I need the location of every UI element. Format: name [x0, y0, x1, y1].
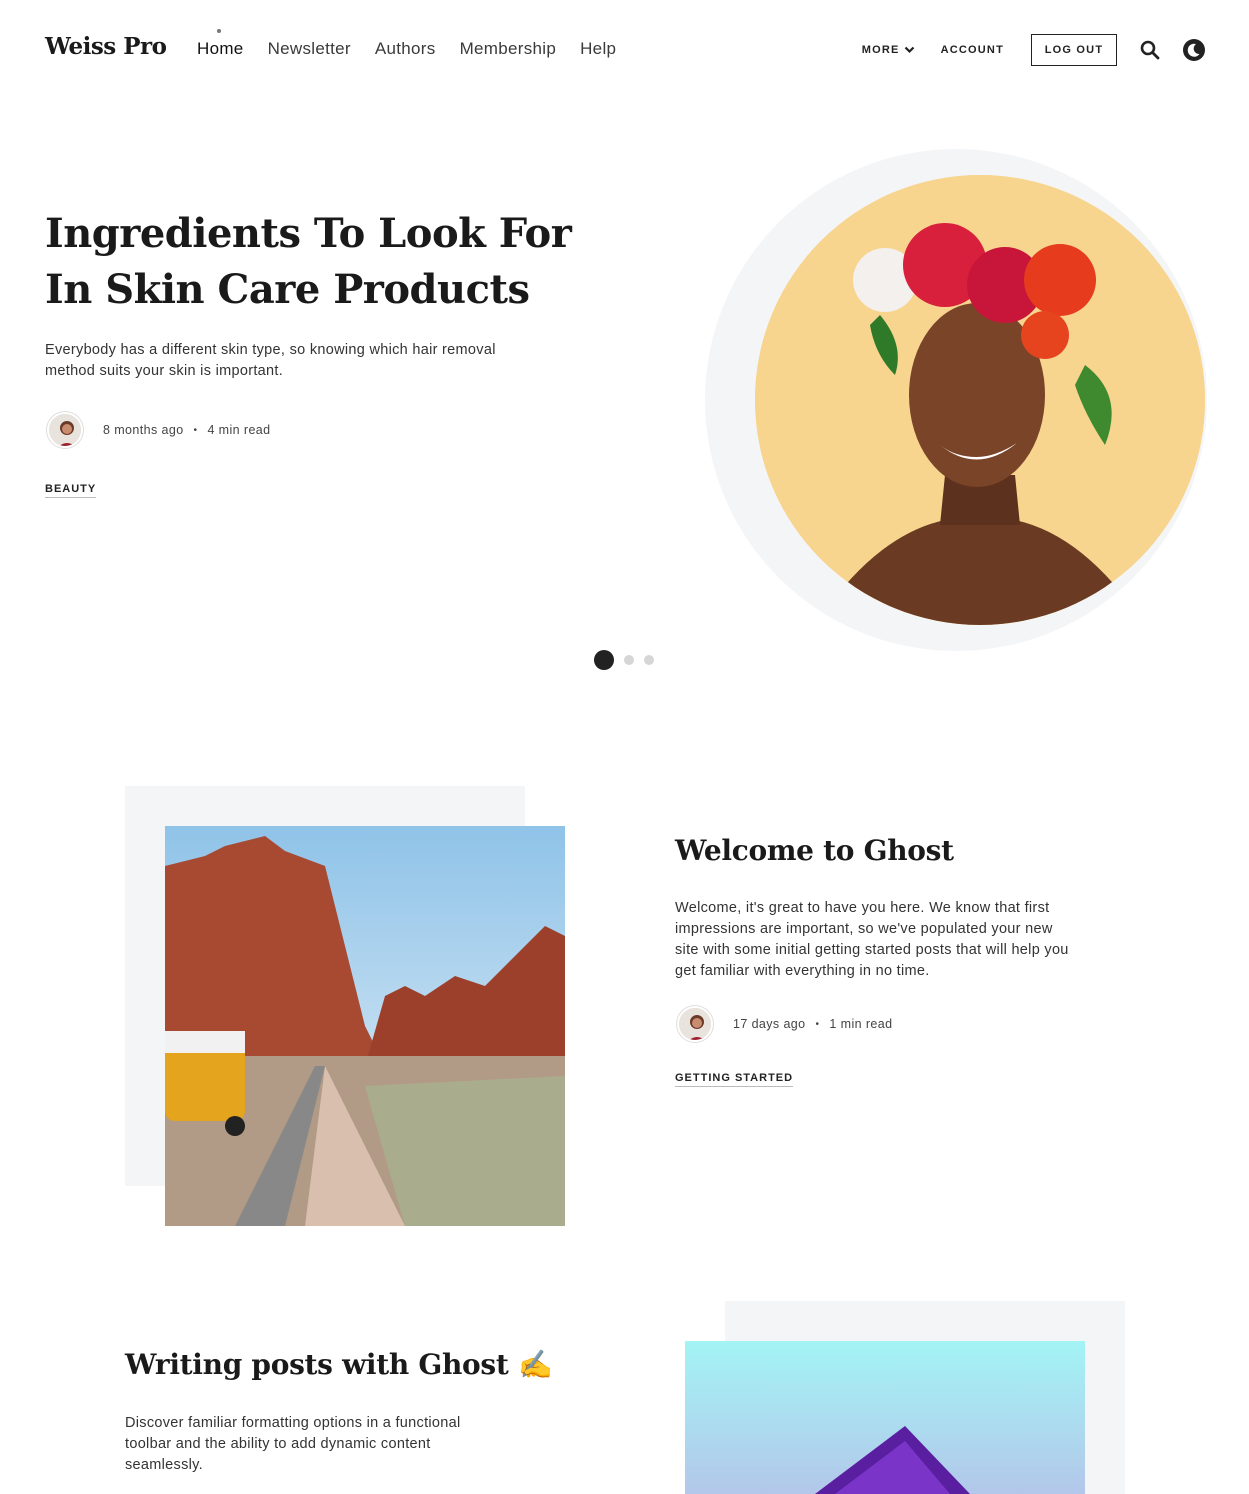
hero-pagination: [594, 650, 664, 670]
search-button[interactable]: [1139, 39, 1161, 61]
pagination-dot-3[interactable]: [644, 655, 654, 665]
nav-authors[interactable]: Authors: [375, 39, 436, 59]
main-nav: Home Newsletter Authors Membership Help: [197, 29, 640, 59]
hero-title[interactable]: Ingredients To Look For In Skin Care Pro…: [45, 206, 605, 318]
post-read-time: 1 min read: [829, 1017, 893, 1031]
hero-meta: 8 months ago • 4 min read: [47, 412, 271, 448]
theme-toggle[interactable]: [1183, 39, 1205, 61]
hero-read-time: 4 min read: [207, 423, 271, 437]
post-tag[interactable]: GETTING STARTED: [675, 1072, 794, 1087]
nav-help[interactable]: Help: [580, 39, 616, 59]
hero-excerpt: Everybody has a different skin type, so …: [45, 342, 496, 379]
nav-home[interactable]: Home: [197, 29, 244, 59]
post-image[interactable]: [165, 826, 565, 1226]
pagination-dot-1[interactable]: [594, 650, 614, 670]
more-menu[interactable]: MORE: [862, 44, 915, 56]
logout-button[interactable]: LOG OUT: [1031, 34, 1117, 66]
post-excerpt: Discover familiar formatting options in …: [125, 1415, 461, 1473]
site-header: Weiss Pro Home Newsletter Authors Member…: [0, 0, 1249, 100]
more-label: MORE: [861, 44, 900, 56]
pagination-dot-2[interactable]: [624, 655, 634, 665]
moon-icon: [1183, 39, 1205, 61]
post-image[interactable]: [685, 1341, 1085, 1494]
meta-separator: •: [193, 424, 198, 436]
search-icon: [1140, 40, 1160, 60]
post-time: 17 days ago: [733, 1017, 806, 1031]
avatar[interactable]: [47, 412, 83, 448]
chevron-down-icon: [904, 46, 914, 54]
post-meta: 17 days ago • 1 min read: [677, 1006, 892, 1042]
hero-time: 8 months ago: [103, 423, 184, 437]
nav-membership[interactable]: Membership: [460, 39, 557, 59]
hero-tag[interactable]: BEAUTY: [45, 483, 97, 498]
avatar[interactable]: [677, 1006, 713, 1042]
nav-newsletter[interactable]: Newsletter: [268, 39, 351, 59]
post-excerpt: Welcome, it's great to have you here. We…: [675, 900, 1069, 979]
post-title[interactable]: Welcome to Ghost: [675, 834, 954, 867]
hero-image[interactable]: [755, 175, 1205, 625]
post-title[interactable]: Writing posts with Ghost ✍️: [125, 1348, 553, 1381]
site-logo[interactable]: Weiss Pro: [45, 33, 167, 60]
meta-separator: •: [815, 1018, 820, 1030]
account-link[interactable]: ACCOUNT: [941, 44, 1004, 56]
header-actions: MORE ACCOUNT LOG OUT: [862, 34, 1205, 66]
